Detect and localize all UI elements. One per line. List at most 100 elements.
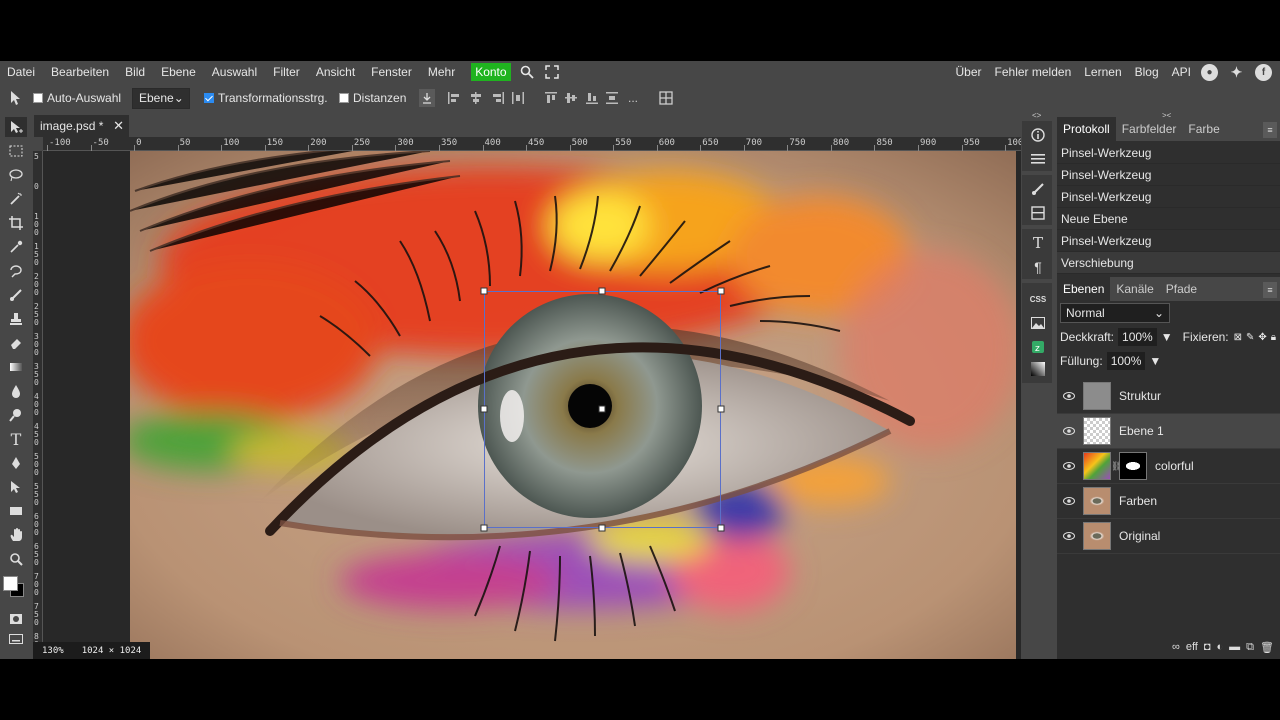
marquee-tool[interactable]: [5, 141, 27, 161]
history-item[interactable]: Pinsel-Werkzeug: [1057, 164, 1280, 186]
tab-farbfelder[interactable]: Farbfelder: [1116, 117, 1183, 141]
history-item[interactable]: Neue Ebene: [1057, 208, 1280, 230]
transform-handle-t[interactable]: [598, 287, 606, 295]
transform-checkbox[interactable]: Transformationsstrg.: [204, 91, 328, 105]
tab-pfade[interactable]: Pfade: [1160, 277, 1203, 301]
distances-box[interactable]: [339, 93, 349, 103]
target-select[interactable]: Ebene ⌄: [132, 87, 190, 109]
facebook-icon[interactable]: f: [1255, 63, 1272, 81]
menu-fenster[interactable]: Fenster: [371, 65, 412, 79]
distribute-h-icon[interactable]: [511, 91, 525, 105]
adjustment-layer-icon[interactable]: ◐: [1217, 641, 1224, 653]
arrange-down-icon[interactable]: [419, 89, 435, 107]
type-tool[interactable]: T: [5, 429, 27, 449]
add-mask-icon[interactable]: ◘: [1204, 641, 1211, 653]
transform-handle-l[interactable]: [480, 405, 488, 413]
menu-fehler-melden[interactable]: Fehler melden: [995, 65, 1072, 79]
menu-datei[interactable]: Datei: [7, 65, 35, 79]
crop-tool[interactable]: [5, 213, 27, 233]
histogram-icon[interactable]: [1030, 361, 1046, 377]
new-group-icon[interactable]: ▬: [1229, 641, 1240, 653]
layer-comps-icon[interactable]: [1030, 205, 1046, 221]
delete-layer-icon[interactable]: 🗑︎: [1260, 641, 1274, 654]
history-item[interactable]: Pinsel-Werkzeug: [1057, 142, 1280, 164]
menu-api[interactable]: API: [1172, 65, 1191, 79]
distances-checkbox[interactable]: Distanzen: [339, 91, 406, 105]
pen-tool[interactable]: [5, 453, 27, 473]
menu-ueber[interactable]: Über: [956, 65, 982, 79]
transform-handle-tr[interactable]: [717, 287, 725, 295]
panel-menu-icon[interactable]: ≡: [1263, 282, 1277, 298]
align-right-icon[interactable]: [491, 91, 505, 105]
align-top-icon[interactable]: [544, 91, 558, 105]
lock-pixels-icon[interactable]: ✎: [1246, 332, 1254, 343]
menu-ebene[interactable]: Ebene: [161, 65, 196, 79]
layer-row[interactable]: Farben: [1057, 484, 1280, 519]
link-layers-icon[interactable]: ∞: [1172, 641, 1180, 653]
panel-menu-icon[interactable]: ≡: [1263, 122, 1277, 138]
align-bottom-icon[interactable]: [585, 91, 599, 105]
path-select-tool[interactable]: [5, 477, 27, 497]
align-vcenter-icon[interactable]: [564, 91, 578, 105]
layer-row[interactable]: Original: [1057, 519, 1280, 554]
more-options[interactable]: ...: [628, 91, 638, 105]
move-tool[interactable]: [5, 117, 27, 137]
transform-handle-center[interactable]: [598, 405, 606, 413]
menu-auswahl[interactable]: Auswahl: [212, 65, 257, 79]
eyedropper-tool[interactable]: [5, 237, 27, 257]
menu-ansicht[interactable]: Ansicht: [316, 65, 355, 79]
tab-farbe[interactable]: Farbe: [1182, 117, 1225, 141]
fill-dropdown-icon[interactable]: ▼: [1149, 354, 1161, 368]
magic-wand-tool[interactable]: [5, 189, 27, 209]
zoom-tool[interactable]: [5, 549, 27, 569]
visibility-eye-icon[interactable]: [1057, 532, 1081, 540]
menu-filter[interactable]: Filter: [273, 65, 300, 79]
twitter-icon[interactable]: ✦: [1228, 64, 1245, 81]
image-icon[interactable]: [1030, 315, 1046, 331]
transform-handle-r[interactable]: [717, 405, 725, 413]
align-left-icon[interactable]: [447, 91, 461, 105]
search-icon[interactable]: [519, 64, 535, 80]
tab-image-psd[interactable]: image.psd * ✕: [34, 115, 129, 137]
dodge-tool[interactable]: [5, 405, 27, 425]
layer-row[interactable]: Struktur: [1057, 379, 1280, 414]
tab-protokoll[interactable]: Protokoll: [1057, 117, 1116, 141]
layer-effects-icon[interactable]: eff: [1186, 641, 1198, 653]
close-icon[interactable]: ✕: [113, 118, 124, 134]
brush-settings-icon[interactable]: [1030, 181, 1046, 197]
spot-healing-tool[interactable]: [5, 261, 27, 281]
align-hcenter-icon[interactable]: [469, 91, 483, 105]
layer-row[interactable]: ⛓ colorful: [1057, 449, 1280, 484]
visibility-eye-icon[interactable]: [1057, 427, 1081, 435]
blend-mode-select[interactable]: Normal ⌄: [1060, 303, 1170, 323]
blur-tool[interactable]: [5, 381, 27, 401]
reddit-icon[interactable]: ●: [1201, 63, 1218, 81]
brush-tool[interactable]: [5, 285, 27, 305]
lock-transparency-icon[interactable]: ⊠: [1234, 332, 1242, 343]
lock-position-icon[interactable]: ✥: [1258, 332, 1266, 343]
collapse-icon[interactable]: <>: [1032, 111, 1041, 120]
menu-lernen[interactable]: Lernen: [1084, 65, 1121, 79]
properties-icon[interactable]: [1030, 151, 1046, 167]
paragraph-icon[interactable]: ¶: [1030, 259, 1046, 275]
menu-bild[interactable]: Bild: [125, 65, 145, 79]
new-layer-icon[interactable]: ⧉: [1246, 641, 1254, 654]
rectangle-tool[interactable]: [5, 501, 27, 521]
visibility-eye-icon[interactable]: [1057, 462, 1081, 470]
menu-blog[interactable]: Blog: [1135, 65, 1159, 79]
transform-box[interactable]: [204, 93, 214, 103]
grid-icon[interactable]: [659, 91, 673, 105]
transform-handle-br[interactable]: [717, 524, 725, 532]
css-icon[interactable]: CSS: [1030, 291, 1046, 307]
stamp-tool[interactable]: [5, 309, 27, 329]
visibility-eye-icon[interactable]: [1057, 392, 1081, 400]
tab-kanaele[interactable]: Kanäle: [1110, 277, 1159, 301]
quick-mask-icon[interactable]: [5, 609, 27, 629]
menu-bearbeiten[interactable]: Bearbeiten: [51, 65, 109, 79]
auto-select-box[interactable]: [33, 93, 43, 103]
transform-handle-tl[interactable]: [480, 287, 488, 295]
character-icon[interactable]: T: [1030, 234, 1046, 252]
layer-mask-thumbnail[interactable]: [1119, 452, 1147, 480]
zoom-level[interactable]: 130%: [33, 646, 73, 656]
layer-row-selected[interactable]: Ebene 1: [1057, 414, 1280, 449]
